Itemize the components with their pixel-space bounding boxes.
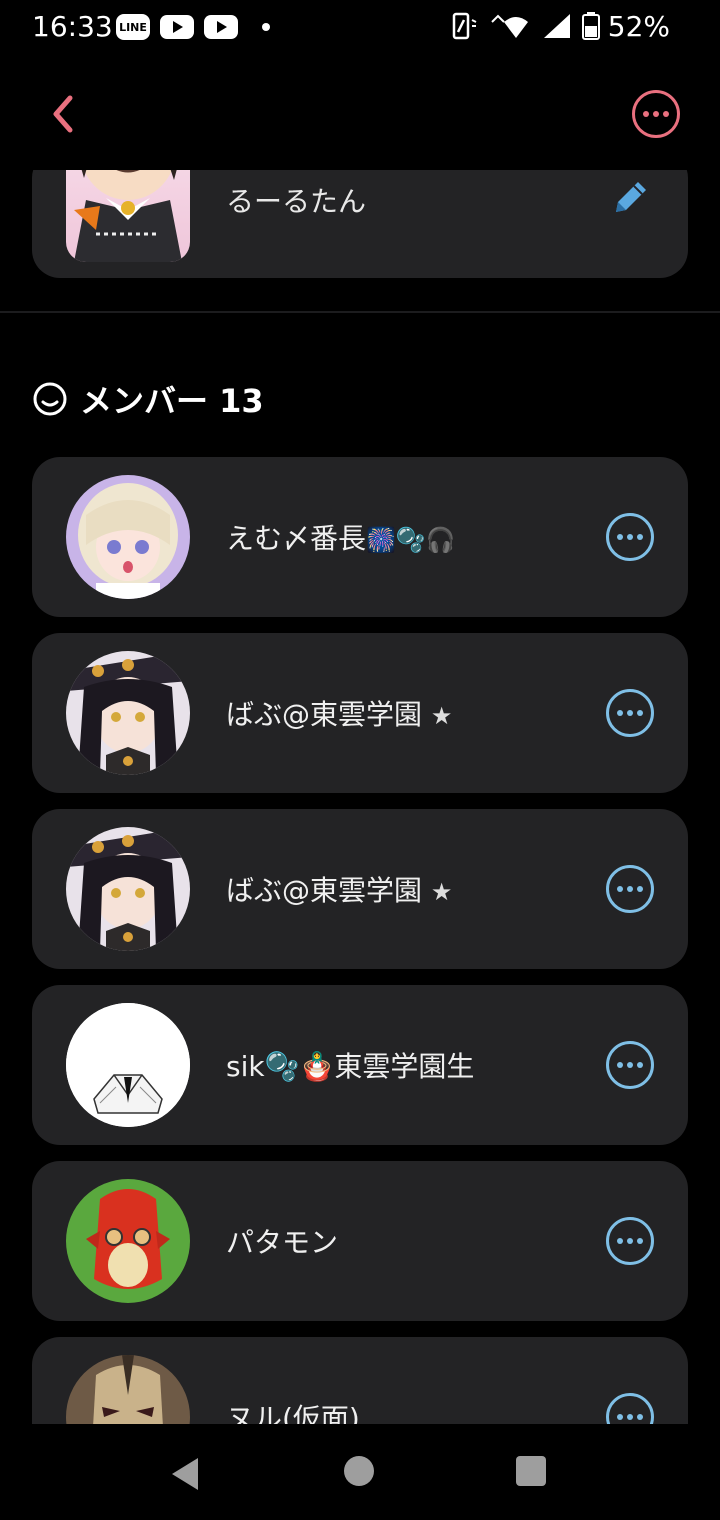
member-options-button[interactable] <box>606 1217 654 1265</box>
member-name: パタモン <box>226 1226 339 1259</box>
more-dot-icon <box>627 1238 633 1244</box>
system-navigation-bar <box>0 1424 720 1520</box>
member-name-text: ばぶ@東雲学園 <box>226 698 423 731</box>
member-avatar[interactable] <box>66 651 190 775</box>
system-icons <box>452 12 600 40</box>
status-bar: 16:33 LINE 52% <box>0 0 720 60</box>
member-name-emoji: 🎆🫧🎧 <box>366 526 456 554</box>
avatar-illustration <box>66 651 190 775</box>
youtube-icon <box>160 15 194 39</box>
nav-home-button[interactable] <box>344 1456 374 1486</box>
member-options-button[interactable] <box>606 1041 654 1089</box>
more-dot-icon <box>637 1062 643 1068</box>
member-name: sik🫧🪆東雲学園生 <box>226 1045 474 1085</box>
member-options-button[interactable] <box>606 513 654 561</box>
member-options-button[interactable] <box>606 865 654 913</box>
more-dot-icon <box>627 1062 633 1068</box>
member-name-suffix: 🫧🪆東雲学園生 <box>264 1050 475 1083</box>
avatar-illustration <box>66 827 190 951</box>
more-dot-icon <box>637 710 643 716</box>
more-dot-icon <box>617 1062 623 1068</box>
status-time: 16:33 <box>32 10 113 43</box>
member-row[interactable]: ヌル(仮面) <box>32 1337 688 1424</box>
member-row[interactable]: ばぶ@東雲学園 ★ <box>32 633 688 793</box>
avatar-illustration <box>66 475 190 599</box>
member-avatar[interactable] <box>66 1355 190 1424</box>
avatar-illustration <box>74 170 182 262</box>
owner-avatar[interactable] <box>66 170 190 262</box>
star-icon: ★ <box>430 702 453 730</box>
more-dot-icon <box>663 111 669 117</box>
avatar-illustration <box>66 1003 190 1127</box>
notification-icons: LINE <box>116 14 270 40</box>
member-avatar[interactable] <box>66 1003 190 1127</box>
battery-percent: 52% <box>607 10 670 43</box>
star-icon: ★ <box>430 878 453 906</box>
member-row[interactable]: sik🫧🪆東雲学園生 <box>32 985 688 1145</box>
more-notifications-icon <box>262 23 270 31</box>
member-name: ヌル(仮面) <box>226 1402 360 1424</box>
member-name-text: ばぶ@東雲学園 <box>226 874 423 907</box>
edit-pencil-icon[interactable] <box>608 176 652 220</box>
more-dot-icon <box>637 1414 643 1420</box>
nav-recents-button[interactable] <box>516 1456 546 1486</box>
line-app-icon: LINE <box>116 14 150 40</box>
member-row[interactable]: パタモン <box>32 1161 688 1321</box>
back-button[interactable] <box>40 88 92 140</box>
avatar-illustration <box>66 1355 190 1424</box>
avatar-illustration <box>66 1179 190 1303</box>
owner-name: るーるたん <box>226 185 367 218</box>
owner-card[interactable]: るーるたん <box>32 170 688 278</box>
section-divider <box>0 311 720 313</box>
more-dot-icon <box>637 886 643 892</box>
battery-icon <box>582 12 600 40</box>
member-row[interactable]: えむ〆番長🎆🫧🎧 <box>32 457 688 617</box>
member-options-button[interactable] <box>606 1393 654 1424</box>
member-name: ばぶ@東雲学園 ★ <box>226 869 452 909</box>
more-dot-icon <box>617 710 623 716</box>
member-name-text: えむ〆番長 <box>226 522 367 555</box>
more-dot-icon <box>627 886 633 892</box>
nav-back-icon[interactable] <box>168 1454 208 1494</box>
vibrate-icon <box>452 12 477 40</box>
member-name-text: sik <box>226 1050 265 1083</box>
more-dot-icon <box>617 534 623 540</box>
member-avatar[interactable] <box>66 475 190 599</box>
member-avatar[interactable] <box>66 827 190 951</box>
member-name: えむ〆番長🎆🫧🎧 <box>226 517 456 557</box>
signal-icon <box>544 14 570 38</box>
more-dot-icon <box>637 534 643 540</box>
more-dot-icon <box>617 1414 623 1420</box>
member-options-button[interactable] <box>606 689 654 737</box>
more-dot-icon <box>643 111 649 117</box>
more-dot-icon <box>637 1238 643 1244</box>
members-section-header: メンバー 13 <box>32 376 264 422</box>
member-name: ばぶ@東雲学園 ★ <box>226 693 452 733</box>
youtube-icon <box>204 15 238 39</box>
smile-icon <box>33 382 67 416</box>
more-dot-icon <box>617 1238 623 1244</box>
member-list-scroll[interactable]: るーるたん メンバー 13 えむ〆番長🎆🫧🎧 ばぶ@東雲学園 ★ ばぶ@東雲学園… <box>0 170 720 1424</box>
members-section-title: メンバー 13 <box>80 382 264 420</box>
more-dot-icon <box>627 534 633 540</box>
more-dot-icon <box>617 886 623 892</box>
wifi-icon <box>491 14 528 38</box>
more-dot-icon <box>627 1414 633 1420</box>
menu-button[interactable] <box>632 90 680 138</box>
more-dot-icon <box>653 111 659 117</box>
more-dot-icon <box>627 710 633 716</box>
member-avatar[interactable] <box>66 1179 190 1303</box>
member-row[interactable]: ばぶ@東雲学園 ★ <box>32 809 688 969</box>
